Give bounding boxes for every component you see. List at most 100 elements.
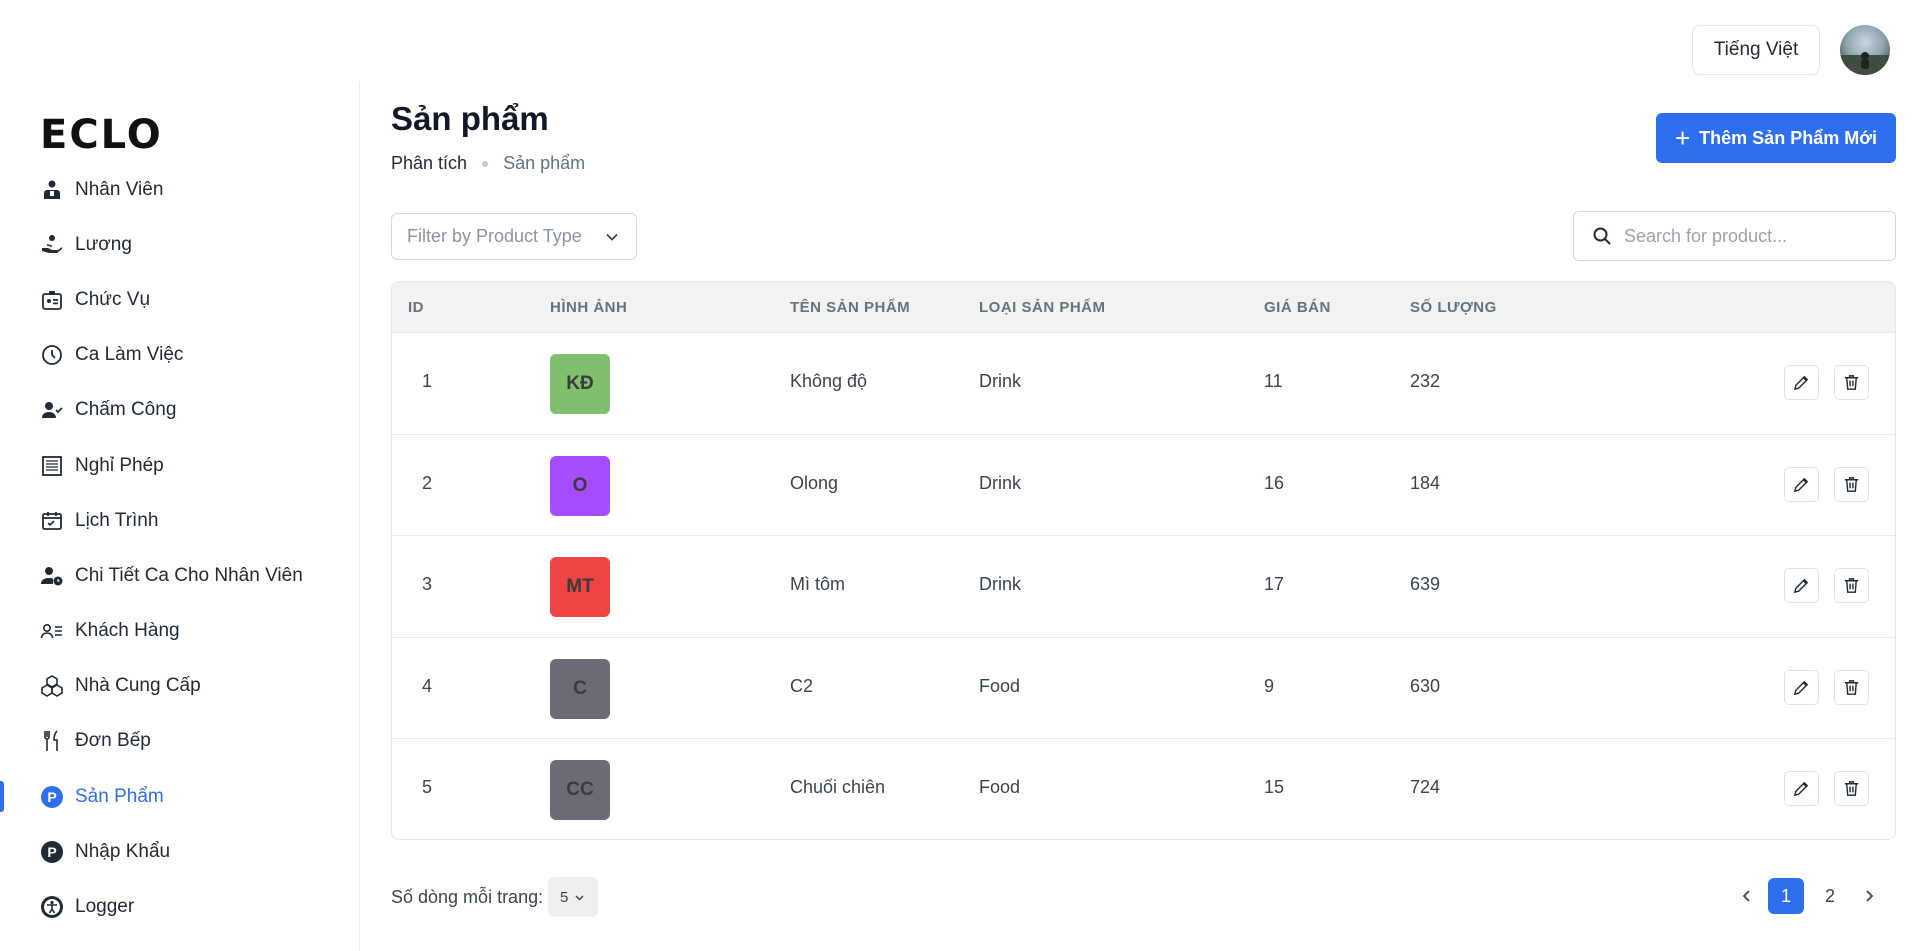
- column-header-price[interactable]: GIÁ BÁN: [1264, 299, 1331, 316]
- pencil-icon: [1793, 680, 1809, 695]
- delete-button[interactable]: [1834, 466, 1869, 502]
- product-thumbnail: O: [550, 455, 610, 516]
- sidebar-item-label: Logger: [75, 896, 135, 918]
- table-row[interactable]: 4 C C2 Food 9 630: [392, 636, 1895, 739]
- edit-button[interactable]: [1784, 365, 1819, 400]
- cell-quantity: 184: [1410, 472, 1441, 493]
- sidebar-item-luong[interactable]: Lương: [0, 217, 359, 272]
- edit-button[interactable]: [1784, 669, 1819, 705]
- sidebar-item-label: Nhập Khẩu: [75, 840, 171, 862]
- cell-quantity: 630: [1410, 675, 1441, 696]
- user-clock-icon: [40, 564, 64, 588]
- sidebar-item-cham-cong[interactable]: Chấm Công: [0, 383, 359, 438]
- breadcrumb-current: Sản phẩm: [503, 153, 586, 173]
- chevron-right-icon: [1866, 890, 1874, 902]
- sidebar-item-label: Lương: [75, 233, 132, 255]
- product-p-icon: P: [40, 785, 64, 809]
- breadcrumb-link[interactable]: Phân tích: [391, 153, 467, 174]
- chevron-left-icon: [1742, 890, 1750, 902]
- sidebar-item-label: Lịch Trình: [75, 509, 159, 531]
- page-title: Sản phẩm: [391, 100, 549, 137]
- search-box[interactable]: [1573, 211, 1896, 261]
- cell-id: 3: [422, 574, 433, 595]
- table-row[interactable]: 2 O Olong Drink 16 184: [392, 433, 1895, 536]
- sidebar-item-chuc-vu[interactable]: Chức Vụ: [0, 272, 359, 327]
- user-check-icon: [40, 398, 64, 422]
- trash-icon: [1844, 679, 1859, 695]
- sidebar-item-nhap-khau[interactable]: P Nhập Khẩu: [0, 824, 359, 879]
- delete-button[interactable]: [1834, 771, 1869, 807]
- product-type-filter[interactable]: Filter by Product Type: [391, 213, 637, 260]
- clock-icon: [40, 343, 64, 367]
- import-p-icon: P: [40, 840, 64, 864]
- page-button-1[interactable]: 1: [1768, 878, 1804, 914]
- sidebar-item-label: Chấm Công: [75, 399, 177, 421]
- cell-price: 9: [1264, 675, 1275, 696]
- language-selector[interactable]: Tiếng Việt: [1692, 25, 1820, 75]
- search-icon: [1593, 227, 1611, 245]
- edit-button[interactable]: [1784, 771, 1819, 807]
- sidebar-item-label: Chi Tiết Ca Cho Nhân Viên: [75, 564, 303, 586]
- accessibility-icon: [40, 895, 64, 919]
- column-header-id[interactable]: ID: [408, 299, 424, 316]
- sidebar-item-chi-tiet-ca[interactable]: Chi Tiết Ca Cho Nhân Viên: [0, 548, 359, 603]
- edit-button[interactable]: [1784, 466, 1819, 502]
- cell-name: Không độ: [790, 371, 868, 391]
- filter-placeholder: Filter by Product Type: [407, 226, 582, 246]
- sidebar-item-label: Khách Hàng: [75, 620, 180, 642]
- table-row[interactable]: 1 KĐ Không độ Drink 11 232: [392, 332, 1895, 434]
- sidebar-item-san-pham[interactable]: P Sản Phẩm: [0, 769, 359, 824]
- delete-button[interactable]: [1834, 669, 1869, 705]
- salary-icon: [40, 233, 64, 257]
- sidebar-item-lich-trinh[interactable]: Lịch Trình: [0, 493, 359, 548]
- trash-icon: [1844, 375, 1859, 390]
- avatar[interactable]: [1840, 25, 1890, 75]
- sidebar-item-ca-lam-viec[interactable]: Ca Làm Việc: [0, 328, 359, 383]
- sidebar-item-label: Ca Làm Việc: [75, 344, 184, 366]
- rows-per-page-value: 5: [559, 888, 569, 906]
- sidebar-item-logger[interactable]: Logger: [0, 879, 359, 934]
- svg-text:P: P: [47, 789, 56, 805]
- cell-name: Chuối chiên: [790, 777, 886, 798]
- page-button-2[interactable]: 2: [1812, 878, 1848, 914]
- cell-quantity: 639: [1410, 574, 1441, 595]
- sidebar-item-label: Chức Vụ: [75, 288, 151, 310]
- table-row[interactable]: 5 CC Chuối chiên Food 15 724: [392, 738, 1895, 839]
- next-page-button[interactable]: [1852, 879, 1886, 913]
- add-product-button[interactable]: + Thêm Sản Phẩm Mới: [1656, 113, 1896, 163]
- column-header-image[interactable]: HÌNH ẢNH: [550, 299, 627, 316]
- sidebar-item-nghi-phep[interactable]: Nghỉ Phép: [0, 438, 359, 493]
- table-row[interactable]: 3 MT Mì tôm Drink 17 639: [392, 535, 1895, 637]
- column-header-type[interactable]: LOẠI SẢN PHẨM: [979, 299, 1106, 316]
- cell-quantity: 232: [1410, 371, 1441, 391]
- trash-icon: [1844, 781, 1859, 797]
- rows-per-page-select[interactable]: 5: [548, 877, 599, 917]
- cell-id: 1: [422, 371, 433, 391]
- cell-quantity: 724: [1410, 777, 1441, 798]
- position-badge-icon: [40, 288, 64, 312]
- sidebar-item-don-bep[interactable]: Đơn Bếp: [0, 714, 359, 769]
- trash-icon: [1844, 476, 1859, 492]
- sidebar: ECLO Nhân Viên Lương Chức Vụ Ca Làm Việc…: [0, 82, 360, 951]
- cell-type: Drink: [979, 574, 1022, 595]
- pagination: 1 2: [1730, 878, 1886, 914]
- breadcrumb: Phân tích Sản phẩm: [391, 153, 585, 174]
- delete-button[interactable]: [1834, 365, 1869, 400]
- column-header-name[interactable]: TÊN SẢN PHẨM: [790, 299, 910, 316]
- search-input[interactable]: [1624, 225, 1874, 247]
- boxes-icon: [40, 674, 64, 698]
- sidebar-nav: Nhân Viên Lương Chức Vụ Ca Làm Việc Chấm…: [0, 162, 359, 935]
- prev-page-button[interactable]: [1730, 879, 1764, 913]
- edit-button[interactable]: [1784, 568, 1819, 604]
- delete-button[interactable]: [1834, 568, 1869, 604]
- sidebar-item-nhan-vien[interactable]: Nhân Viên: [0, 162, 359, 217]
- sidebar-item-nha-cung-cap[interactable]: Nhà Cung Cấp: [0, 659, 359, 714]
- add-product-label: Thêm Sản Phẩm Mới: [1699, 127, 1878, 148]
- customer-list-icon: [40, 619, 64, 643]
- cell-price: 17: [1264, 574, 1285, 595]
- trash-icon: [1844, 578, 1859, 594]
- calendar-check-icon: [40, 509, 64, 533]
- column-header-quantity[interactable]: SỐ LƯỢNG: [1410, 299, 1497, 316]
- sidebar-item-khach-hang[interactable]: Khách Hàng: [0, 604, 359, 659]
- cell-type: Food: [979, 675, 1021, 696]
